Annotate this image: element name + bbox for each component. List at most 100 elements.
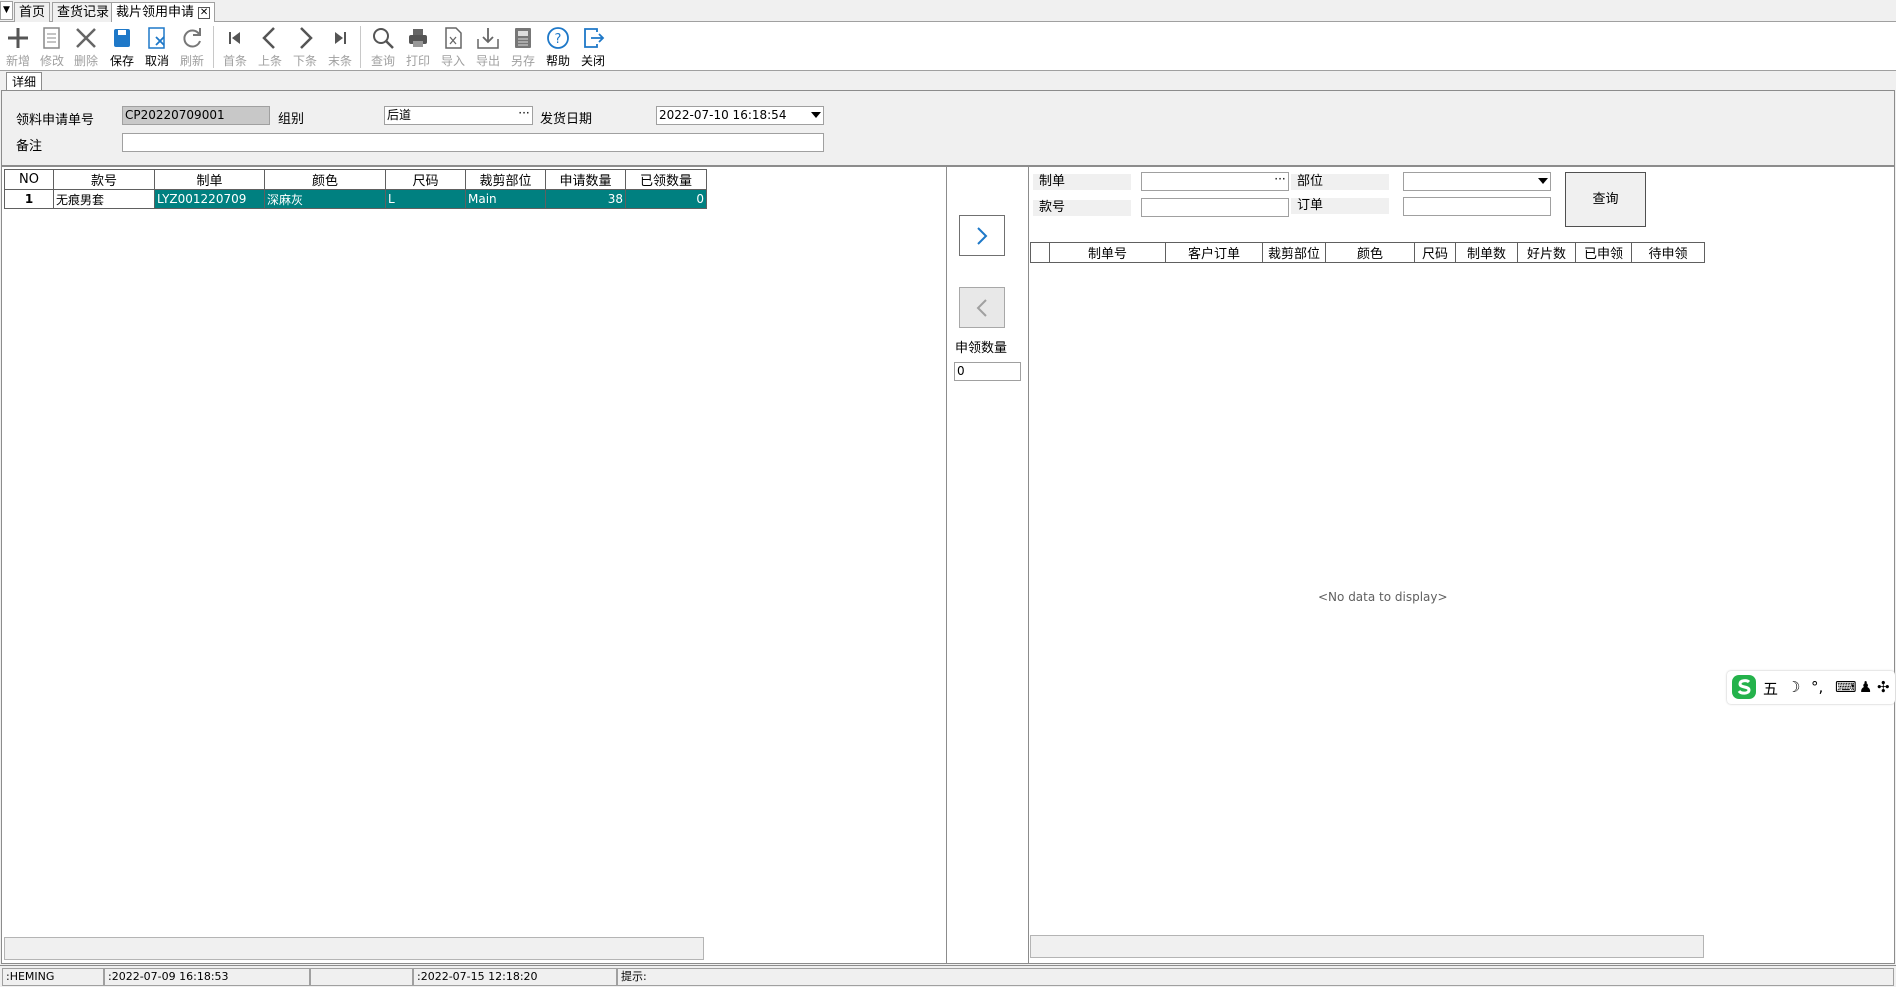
remark-field[interactable] <box>122 133 824 152</box>
toolbar-label: 关闭 <box>580 54 605 68</box>
group-field[interactable]: 后道 ··· <box>384 106 533 125</box>
horizontal-scrollbar[interactable] <box>4 937 704 960</box>
cell-request-qty[interactable]: 38 <box>545 189 626 209</box>
col-header-size[interactable]: 尺码 <box>385 169 466 190</box>
cell-no[interactable]: 1 <box>4 189 54 209</box>
col-header-requested[interactable]: 已申领 <box>1575 242 1632 263</box>
request-qty-input[interactable]: 0 <box>954 362 1021 381</box>
col-header-size[interactable]: 尺码 <box>1414 242 1456 263</box>
edit-button[interactable]: 修改 <box>35 25 69 68</box>
tab-label: 详细 <box>12 75 37 89</box>
save-button[interactable]: 保存 <box>105 25 139 68</box>
printer-icon <box>409 29 427 47</box>
import-button[interactable]: 导入 <box>436 25 470 68</box>
filter-order-field[interactable]: ··· <box>1141 172 1289 191</box>
cell-order[interactable]: LYZ001220709 <box>154 189 265 209</box>
col-header-cut-part[interactable]: 裁剪部位 <box>465 169 546 190</box>
ime-mode-label[interactable]: 五 <box>1763 678 1778 699</box>
filter-style-input[interactable] <box>1141 198 1289 217</box>
save-as-button[interactable]: 另存 <box>506 25 540 68</box>
cell-style-no[interactable]: 无痕男套 <box>53 189 155 209</box>
col-header-customer-order[interactable]: 客户订单 <box>1165 242 1263 263</box>
tab-label: 查货记录 <box>57 5 110 20</box>
help-icon: ? <box>547 27 569 49</box>
ime-toolbar[interactable]: 五 ☽ °, ⌨ ♟ ✣ <box>1727 671 1895 704</box>
user-icon[interactable]: ♟ <box>1859 678 1872 696</box>
move-right-button[interactable] <box>959 215 1005 256</box>
refresh-button[interactable]: 刷新 <box>175 25 209 68</box>
close-tab-icon[interactable]: ✕ <box>198 6 211 19</box>
col-header-good-pieces[interactable]: 好片数 <box>1517 242 1576 263</box>
keyboard-icon[interactable]: ⌨ <box>1835 678 1857 696</box>
grid-menu-icon[interactable]: ✣ <box>1877 678 1890 696</box>
last-record-icon <box>335 32 346 44</box>
col-header-order[interactable]: 制单 <box>154 169 265 190</box>
ship-date-value: 2022-07-10 16:18:54 <box>659 108 787 122</box>
filter-part-select[interactable] <box>1403 172 1551 191</box>
filter-order-label: 制单 <box>1033 174 1131 190</box>
chevron-left-icon <box>976 299 987 317</box>
col-header-style-no[interactable]: 款号 <box>53 169 155 190</box>
request-no-field[interactable]: CP20220709001 <box>122 106 270 125</box>
filter-po-input[interactable] <box>1403 197 1551 216</box>
search-icon <box>373 28 394 49</box>
col-header-pending[interactable]: 待申领 <box>1631 242 1705 263</box>
status-modified-time: :2022-07-15 12:18:20 <box>413 968 617 986</box>
ellipsis-icon[interactable]: ··· <box>1272 173 1288 190</box>
chevron-right-icon <box>977 227 988 245</box>
help-button[interactable]: ? 帮助 <box>541 25 575 68</box>
chevron-down-icon[interactable] <box>811 112 821 118</box>
search-button[interactable]: 查询 <box>366 25 400 68</box>
cell-cut-part[interactable]: Main <box>465 189 546 209</box>
col-header-order-no[interactable]: 制单号 <box>1049 242 1166 263</box>
prev-record-button[interactable]: 上条 <box>253 25 287 68</box>
import-excel-icon <box>445 27 462 49</box>
col-header-received-qty[interactable]: 已领数量 <box>625 169 707 190</box>
cancel-button[interactable]: 取消 <box>140 25 174 68</box>
export-button[interactable]: 导出 <box>471 25 505 68</box>
toolbar-label: 保存 <box>109 54 134 68</box>
cell-size[interactable]: L <box>385 189 466 209</box>
filter-style-label: 款号 <box>1033 200 1131 216</box>
toolbar-label: 导出 <box>475 54 500 68</box>
col-header-color[interactable]: 颜色 <box>264 169 386 190</box>
chevron-down-icon[interactable] <box>1538 178 1548 184</box>
tab-home[interactable]: 首页 <box>14 2 51 22</box>
col-header-color[interactable]: 颜色 <box>1325 242 1415 263</box>
query-button[interactable]: 查询 <box>1565 172 1646 227</box>
request-no-label: 领料申请单号 <box>16 113 95 128</box>
col-header-order-qty[interactable]: 制单数 <box>1455 242 1518 263</box>
col-header-indicator[interactable] <box>1030 242 1050 263</box>
col-header-cut-part[interactable]: 裁剪部位 <box>1262 242 1326 263</box>
refresh-icon <box>183 28 201 48</box>
next-record-button[interactable]: 下条 <box>288 25 322 68</box>
col-header-request-qty[interactable]: 申请数量 <box>545 169 626 190</box>
tab-cut-piece-request[interactable]: 裁片领用申请 ✕ <box>111 2 216 23</box>
add-button[interactable]: 新增 <box>1 25 35 68</box>
save-as-icon <box>515 28 531 48</box>
close-button[interactable]: 关闭 <box>576 25 610 68</box>
ship-date-picker[interactable]: 2022-07-10 16:18:54 <box>656 106 824 125</box>
delete-button[interactable]: 删除 <box>69 25 103 68</box>
first-record-button[interactable]: 首条 <box>218 25 252 68</box>
remark-label: 备注 <box>16 139 43 154</box>
tab-detail[interactable]: 详细 <box>6 72 43 91</box>
col-header-no[interactable]: NO <box>4 169 54 190</box>
requested-items-grid: NO 款号 制单 颜色 尺码 裁剪部位 申请数量 已领数量 1 无痕男套 LYZ… <box>4 169 707 209</box>
toolbar-separator <box>360 26 361 68</box>
cell-color[interactable]: 深麻灰 <box>264 189 386 209</box>
last-record-button[interactable]: 末条 <box>323 25 357 68</box>
tab-list-dropdown[interactable]: ▼ <box>0 1 13 20</box>
filter-part-label: 部位 <box>1291 174 1389 190</box>
move-left-button[interactable] <box>959 287 1005 328</box>
horizontal-scrollbar[interactable] <box>1030 935 1704 958</box>
print-button[interactable]: 打印 <box>401 25 435 68</box>
table-row[interactable]: 1 无痕男套 LYZ001220709 深麻灰 L Main 38 0 <box>4 189 707 209</box>
punctuation-icon[interactable]: °, <box>1811 678 1823 696</box>
status-user: :HEMING <box>2 968 104 986</box>
cell-received-qty[interactable]: 0 <box>625 189 707 209</box>
ellipsis-icon[interactable]: ··· <box>516 107 532 124</box>
grid-header-row: 制单号 客户订单 裁剪部位 颜色 尺码 制单数 好片数 已申领 待申领 <box>1030 242 1705 263</box>
tab-inspection-records[interactable]: 查货记录 <box>52 2 115 22</box>
moon-icon[interactable]: ☽ <box>1787 678 1800 696</box>
